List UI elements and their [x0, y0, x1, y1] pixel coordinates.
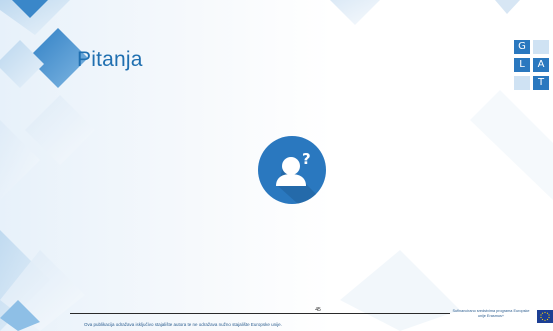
- logo-cell-a: A: [533, 58, 549, 72]
- glat-logo: G L A T: [514, 40, 550, 94]
- footer-disclaimer: Ova publikacija odražava isključivo staj…: [84, 322, 282, 327]
- eu-flag-icon: [537, 310, 553, 323]
- logo-cell-l: L: [514, 58, 530, 72]
- page-number: 45: [315, 307, 321, 313]
- logo-cell-blank: [514, 76, 530, 90]
- funding-statement: Sufinancirano sredstvima programa Europs…: [452, 309, 530, 318]
- logo-cell-blank: [533, 40, 549, 54]
- logo-cell-g: G: [514, 40, 530, 54]
- svg-text:?: ?: [302, 150, 311, 168]
- person-question-icon: ?: [258, 136, 326, 204]
- logo-cell-t: T: [533, 76, 549, 90]
- slide-title: Pitanja: [77, 48, 143, 71]
- footer-divider: [70, 313, 450, 314]
- presentation-slide: Pitanja ? G L A T 45 Ova publikacija odr…: [0, 0, 553, 331]
